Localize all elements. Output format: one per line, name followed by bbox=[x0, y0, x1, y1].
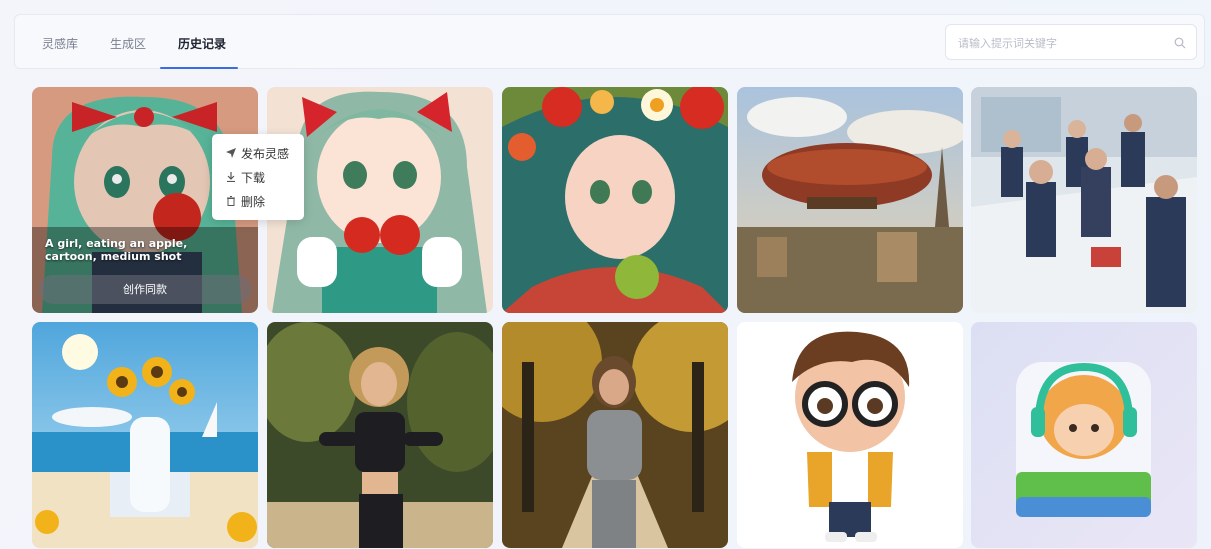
image-3d-boy-glasses bbox=[737, 322, 963, 548]
search-box[interactable] bbox=[945, 24, 1197, 60]
image-card[interactable] bbox=[502, 87, 728, 313]
image-steampunk-airship bbox=[737, 87, 963, 313]
trash-icon bbox=[227, 196, 235, 206]
search-icon[interactable] bbox=[1174, 37, 1186, 49]
image-card[interactable] bbox=[971, 87, 1197, 313]
image-woman-jogging-autumn bbox=[502, 322, 728, 548]
menu-item-label: 发布灵感 bbox=[241, 146, 290, 161]
image-sunscreen-beach bbox=[32, 322, 258, 548]
image-card[interactable] bbox=[737, 87, 963, 313]
send-icon bbox=[226, 148, 236, 158]
tab-generate[interactable]: 生成区 bbox=[110, 35, 146, 52]
image-card[interactable] bbox=[267, 322, 493, 548]
prompt-caption: A girl, eating an apple, cartoon, medium… bbox=[45, 237, 188, 263]
menu-item-delete[interactable]: 删除 bbox=[226, 191, 265, 211]
menu-item-label: 删除 bbox=[241, 194, 266, 209]
search-input[interactable] bbox=[958, 34, 1168, 52]
menu-item-label: 下载 bbox=[241, 170, 266, 185]
create-same-button[interactable]: 创作同款 bbox=[39, 275, 251, 304]
image-card[interactable] bbox=[502, 322, 728, 548]
download-icon bbox=[227, 172, 235, 182]
image-flower-crown-girl bbox=[502, 87, 728, 313]
image-card[interactable] bbox=[32, 322, 258, 548]
top-bar: 灵感库 生成区 历史记录 bbox=[14, 14, 1205, 69]
image-3d-game-icon bbox=[971, 322, 1197, 548]
menu-item-download[interactable]: 下载 bbox=[226, 167, 265, 187]
tab-inspiration[interactable]: 灵感库 bbox=[42, 35, 78, 52]
active-tab-indicator bbox=[160, 67, 238, 69]
menu-item-publish[interactable]: 发布灵感 bbox=[226, 143, 289, 163]
context-menu: 发布灵感 下载 删除 bbox=[212, 134, 304, 220]
image-office-meeting bbox=[971, 87, 1197, 313]
image-card[interactable] bbox=[971, 322, 1197, 548]
image-woman-running-park bbox=[267, 322, 493, 548]
tab-history[interactable]: 历史记录 bbox=[178, 35, 226, 52]
image-card[interactable] bbox=[737, 322, 963, 548]
